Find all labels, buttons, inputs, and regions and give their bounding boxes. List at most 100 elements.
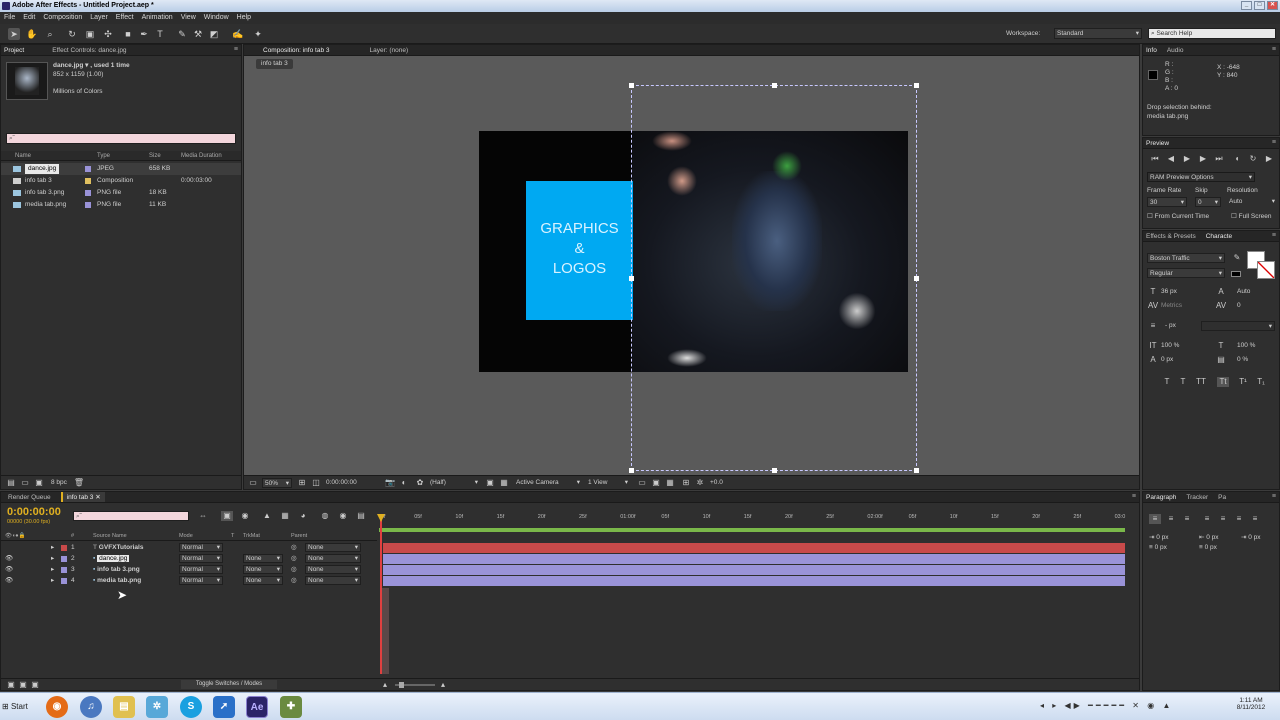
time-ruler[interactable]: 0f05f10f15f20f25f01:00f05f10f15f20f25f02… <box>379 514 1129 526</box>
menu-effect[interactable]: Effect <box>116 12 134 24</box>
layer-bar-2[interactable] <box>383 554 1125 564</box>
clone-stamp-tool-icon[interactable]: ⚒ <box>192 28 204 40</box>
table-row[interactable]: 👁 ▸ 2 ▪ dance.jpg Normal ▾ None ▾ ◎ None ▾ <box>1 553 377 564</box>
hand-tool-icon[interactable]: ✋ <box>26 28 38 40</box>
tab-layer[interactable]: Layer: (none) <box>369 45 408 55</box>
col-type[interactable]: Type <box>97 151 110 161</box>
comp-mini-flowchart-icon[interactable]: ⇔ <box>197 511 209 521</box>
panel-menu-icon[interactable]: ≡ <box>1132 493 1136 500</box>
after-effects-icon[interactable]: Ae <box>246 696 268 718</box>
space-before[interactable]: ≡ 0 px <box>1149 544 1167 552</box>
project-search-input[interactable]: ⌕˜ <box>6 133 236 144</box>
tab-project[interactable]: Project <box>4 45 24 55</box>
trkmat-dropdown[interactable]: None ▾ <box>243 554 283 563</box>
justify-all-icon[interactable]: ≡ <box>1249 514 1261 524</box>
itunes-icon[interactable]: ♫ <box>80 696 102 718</box>
parent-dropdown[interactable]: None ▾ <box>305 554 361 563</box>
space-after[interactable]: ≡ 0 px <box>1199 544 1217 552</box>
new-comp-icon[interactable]: ▣ <box>33 478 45 488</box>
pan-behind-tool-icon[interactable]: ✣ <box>102 28 114 40</box>
layer-bar-4[interactable] <box>383 576 1125 586</box>
roto-brush-tool-icon[interactable]: ✍ <box>232 28 244 40</box>
trkmat-dropdown[interactable]: None ▾ <box>243 565 283 574</box>
region-of-interest-icon[interactable]: ▣ <box>484 478 496 488</box>
tab-paragraph[interactable]: Paragraph <box>1146 492 1176 502</box>
zoom-dropdown[interactable]: 50% ▾ <box>262 478 292 488</box>
align-center-icon[interactable]: ≡ <box>1165 514 1177 524</box>
ram-preview-options-dropdown[interactable]: RAM Preview Options ▾ <box>1147 172 1255 182</box>
rotate-tool-icon[interactable]: ↻ <box>66 28 78 40</box>
expand-arrow-icon[interactable]: ▸ <box>51 553 54 564</box>
list-item[interactable]: dance.jpg JPEG 658 KB <box>1 163 241 175</box>
toggle-pixel-aspect-icon[interactable]: ▭ <box>636 478 648 488</box>
font-style-dropdown[interactable]: Regular ▾ <box>1147 268 1225 278</box>
close-button[interactable]: ✕ <box>1267 1 1278 10</box>
flowchart-icon[interactable]: ⊞ <box>680 478 692 488</box>
justify-right-icon[interactable]: ≡ <box>1233 514 1245 524</box>
new-folder-icon[interactable]: ▭ <box>19 478 31 488</box>
skype-icon[interactable]: S <box>180 696 202 718</box>
expand-arrow-icon[interactable]: ▸ <box>51 575 54 586</box>
visibility-icon[interactable]: 👁 <box>5 575 13 586</box>
expand-arrow-icon[interactable]: ▸ <box>51 542 54 553</box>
parent-pickwhip-icon[interactable]: ◎ <box>291 542 297 553</box>
bpc-label[interactable]: 8 bpc <box>51 479 67 487</box>
font-size-value[interactable]: 36 px <box>1161 288 1177 296</box>
black-swatch[interactable] <box>1231 271 1241 277</box>
work-area-bar[interactable] <box>379 528 1125 532</box>
leading-value[interactable]: Auto <box>1237 288 1250 296</box>
panel-menu-icon[interactable]: ≡ <box>1272 139 1276 146</box>
first-frame-icon[interactable]: ⏮ <box>1149 154 1161 164</box>
channel-icon[interactable]: ✿ <box>414 478 426 488</box>
mode-dropdown[interactable]: Normal ▾ <box>179 554 223 563</box>
previous-frame-icon[interactable]: ◀ <box>1165 154 1177 164</box>
show-snapshot-icon[interactable]: ◐ <box>398 478 410 488</box>
parent-dropdown[interactable]: None ▾ <box>305 543 361 552</box>
eyedropper-icon[interactable]: ✎ <box>1231 253 1243 263</box>
in-out-icon[interactable]: ▣ <box>29 680 41 690</box>
timeline-icon[interactable]: ▦ <box>664 478 676 488</box>
rectangle-tool-icon[interactable]: ■ <box>122 28 134 40</box>
firefox-icon[interactable]: ◉ <box>46 696 68 718</box>
frame-blending-icon[interactable]: ▦ <box>279 511 291 521</box>
align-right-icon[interactable]: ≡ <box>1181 514 1193 524</box>
col-source-name[interactable]: Source Name <box>93 532 127 541</box>
explorer-icon[interactable]: ▤ <box>113 696 135 718</box>
puppet-tool-icon[interactable]: ✦ <box>252 28 264 40</box>
draft-3d-icon[interactable]: ◉ <box>239 511 251 521</box>
panel-menu-icon[interactable]: ≡ <box>1272 493 1276 500</box>
font-family-dropdown[interactable]: Boston Traffic ▾ <box>1147 253 1225 263</box>
frame-rate-field[interactable]: 30 ▾ <box>1147 197 1187 207</box>
toggle-switches-modes-button[interactable]: Toggle Switches / Modes <box>181 680 277 689</box>
eraser-tool-icon[interactable]: ◩ <box>208 28 220 40</box>
menu-layer[interactable]: Layer <box>90 12 108 24</box>
panel-menu-icon[interactable]: ≡ <box>234 46 238 53</box>
transparency-grid-icon[interactable]: ▦ <box>498 478 510 488</box>
tab-effect-controls[interactable]: Effect Controls: dance.jpg <box>52 45 126 55</box>
resolution-field[interactable]: Auto ▾ <box>1227 197 1277 207</box>
start-button[interactable]: ⊞ Start <box>2 696 36 718</box>
visibility-icon[interactable]: 👁 <box>5 564 13 575</box>
always-preview-icon[interactable]: ▭ <box>247 478 259 488</box>
menu-window[interactable]: Window <box>204 12 229 24</box>
vertical-scale-value[interactable]: 100 % <box>1161 342 1179 350</box>
loop-icon[interactable]: ↻ <box>1247 154 1259 164</box>
live-update-icon[interactable]: ▣ <box>221 511 233 521</box>
exposure-icon[interactable]: ✲ <box>694 478 706 488</box>
selection-tool-icon[interactable]: ➤ <box>8 28 20 40</box>
expand-arrow-icon[interactable]: ▸ <box>51 564 54 575</box>
timeline-timecode[interactable]: 0:00:00:00 <box>7 506 61 518</box>
fast-previews-icon[interactable]: ▣ <box>650 478 662 488</box>
col-size[interactable]: Size <box>149 151 161 161</box>
align-left-icon[interactable]: ≡ <box>1149 514 1161 524</box>
table-row[interactable]: 👁 ▸ 4 ▪ media tab.png Normal ▾ None ▾ ◎ No… <box>1 575 377 586</box>
graphics-logos-box[interactable]: GRAPHICS & LOGOS <box>526 181 633 320</box>
timeline-search-input[interactable]: ⌕˜ <box>73 511 189 521</box>
ram-preview-icon[interactable]: ▶ <box>1263 154 1275 164</box>
tab-timeline-comp[interactable]: info tab 3 ✕ <box>60 492 105 502</box>
stroke-style-dropdown[interactable]: ▾ <box>1201 321 1275 331</box>
stroke-color-swatch[interactable] <box>1257 261 1275 279</box>
audio-icon[interactable]: ◖ <box>1231 154 1243 164</box>
panel-menu-icon[interactable]: ≡ <box>1272 46 1276 53</box>
graph-editor-icon[interactable]: ▤ <box>355 511 367 521</box>
